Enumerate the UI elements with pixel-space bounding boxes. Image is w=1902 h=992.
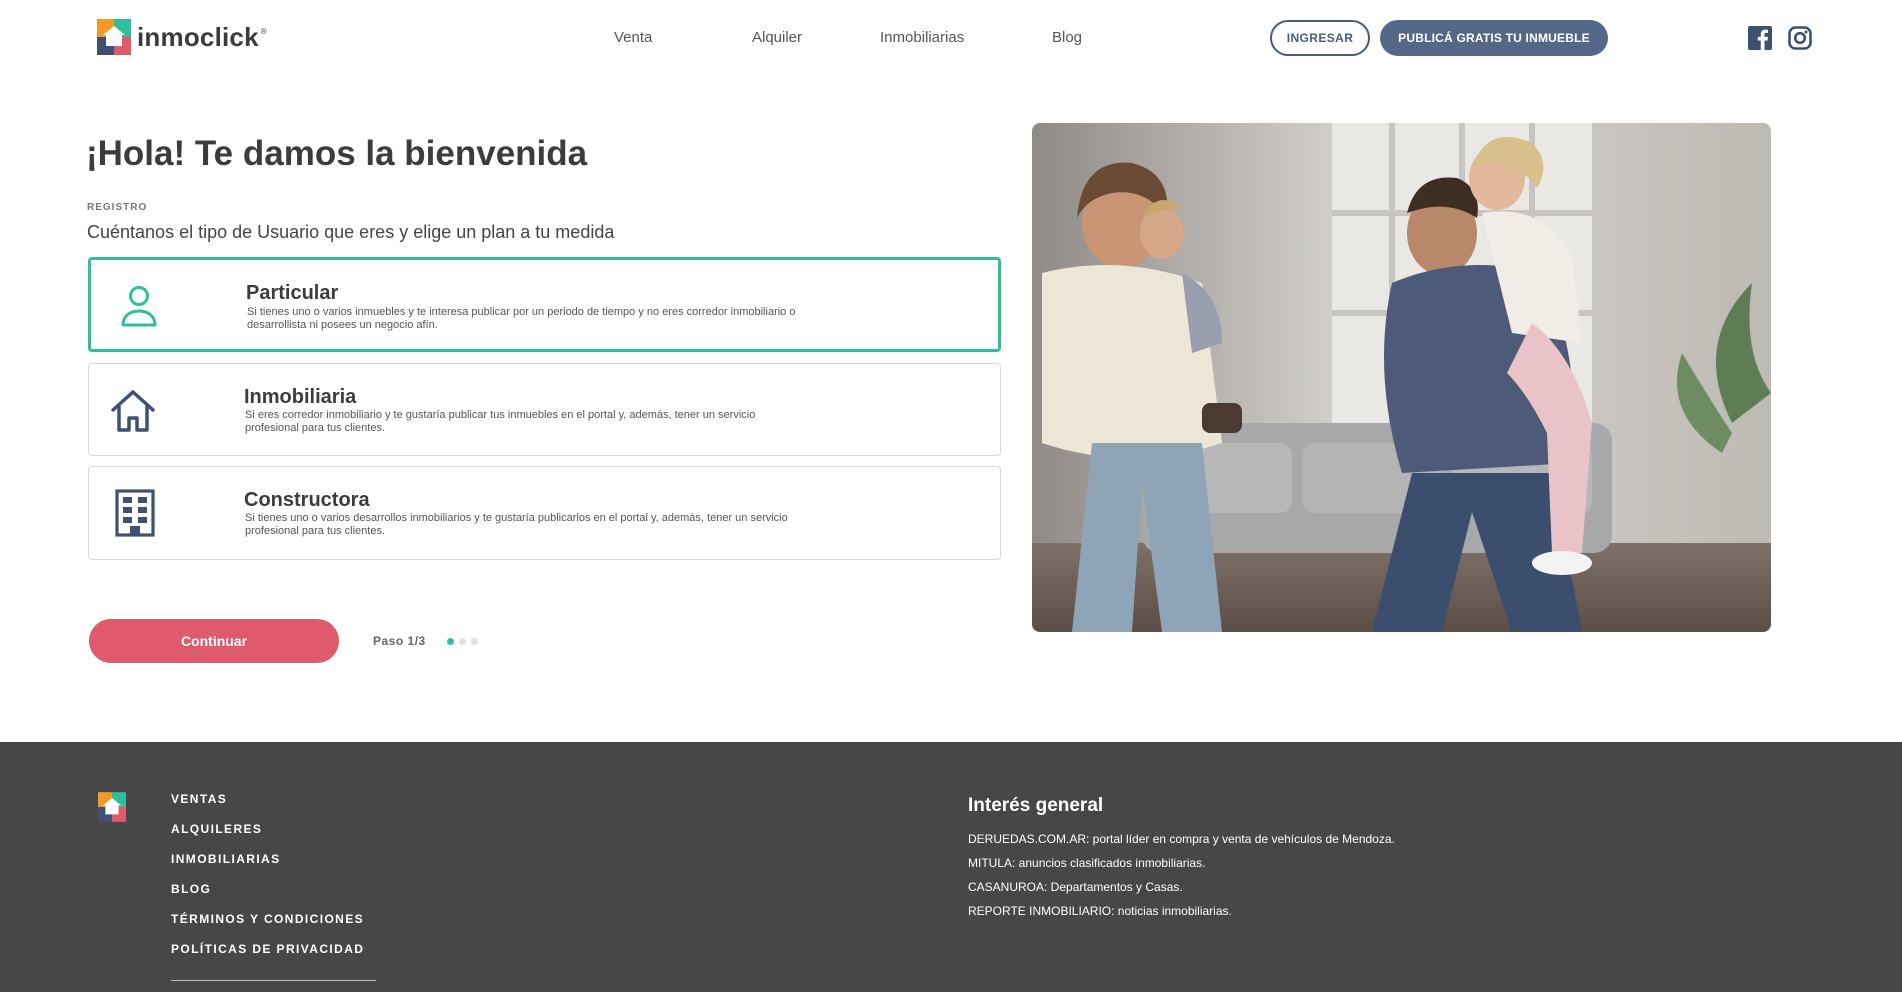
step-dot bbox=[459, 638, 466, 645]
option-description: Si tienes uno o varios inmuebles y te in… bbox=[247, 306, 947, 332]
family-photo-illustration bbox=[1032, 123, 1771, 632]
option-title: Inmobiliaria bbox=[244, 386, 357, 408]
brand-name: inmoclick bbox=[137, 21, 259, 52]
interest-title: Interés general bbox=[968, 795, 1104, 816]
login-button[interactable]: INGRESAR bbox=[1270, 20, 1370, 56]
footer-logo-icon[interactable] bbox=[98, 792, 126, 822]
person-icon bbox=[121, 285, 157, 326]
footer-link-blog[interactable]: BLOG bbox=[171, 882, 364, 912]
option-description-line: profesional para tus clientes. bbox=[245, 422, 386, 434]
interest-link-reporte[interactable]: REPORTE INMOBILIARIO: noticias inmobilia… bbox=[968, 904, 1395, 928]
option-title: Particular bbox=[246, 282, 339, 304]
footer-link-terminos[interactable]: TÉRMINOS Y CONDICIONES bbox=[171, 912, 364, 942]
publish-free-button[interactable]: PUBLICÁ GRATIS TU INMUEBLE bbox=[1380, 20, 1608, 56]
facebook-icon[interactable] bbox=[1748, 26, 1772, 50]
footer-links: VENTAS ALQUILERES INMOBILIARIAS BLOG TÉR… bbox=[171, 792, 364, 972]
hero-family-photo bbox=[1032, 123, 1771, 632]
footer-link-alquileres[interactable]: ALQUILERES bbox=[171, 822, 364, 852]
option-title: Constructora bbox=[244, 489, 370, 511]
step-indicator: Paso 1/3 bbox=[373, 634, 426, 648]
nav-alquiler[interactable]: Alquiler bbox=[752, 29, 802, 46]
footer-link-privacidad[interactable]: POLÍTICAS DE PRIVACIDAD bbox=[171, 942, 364, 972]
page-subtitle: Cuéntanos el tipo de Usuario que eres y … bbox=[87, 222, 615, 242]
interest-link-casanuroa[interactable]: CASANUROA: Departamentos y Casas. bbox=[968, 880, 1395, 904]
step-dot-active bbox=[447, 638, 454, 645]
page-title: ¡Hola! Te damos la bienvenida bbox=[86, 134, 588, 173]
step-label: REGISTRO bbox=[87, 202, 148, 213]
building-icon bbox=[115, 489, 155, 537]
option-description-line: Si tienes uno o varios inmuebles y te in… bbox=[247, 306, 796, 318]
user-type-option-constructora[interactable]: Constructora Si tienes uno o varios desa… bbox=[88, 466, 1001, 560]
user-type-option-inmobiliaria[interactable]: Inmobiliaria Si eres corredor inmobiliar… bbox=[88, 363, 1001, 456]
option-description-line: Si eres corredor inmobiliario y te gusta… bbox=[245, 409, 756, 421]
footer-link-ventas[interactable]: VENTAS bbox=[171, 792, 364, 822]
nav-venta[interactable]: Venta bbox=[614, 29, 652, 46]
option-description-line: profesional para tus clientes. bbox=[245, 525, 386, 537]
interest-link-mitula[interactable]: MITULA: anuncios clasificados inmobiliar… bbox=[968, 856, 1395, 880]
option-description: Si eres corredor inmobiliario y te gusta… bbox=[245, 409, 945, 435]
site-footer: VENTAS ALQUILERES INMOBILIARIAS BLOG TÉR… bbox=[0, 742, 1902, 992]
step-dot bbox=[471, 638, 478, 645]
interest-link-deruedas[interactable]: DERUEDAS.COM.AR: portal líder en compra … bbox=[968, 832, 1395, 856]
house-icon bbox=[111, 389, 155, 432]
option-description: Si tienes uno o varios desarrollos inmob… bbox=[245, 512, 945, 538]
interest-list: DERUEDAS.COM.AR: portal líder en compra … bbox=[968, 832, 1395, 928]
footer-link-inmobiliarias[interactable]: INMOBILIARIAS bbox=[171, 852, 364, 882]
continue-button[interactable]: Continuar bbox=[89, 619, 339, 663]
option-description-line: Si tienes uno o varios desarrollos inmob… bbox=[245, 512, 788, 524]
registered-mark: ® bbox=[260, 26, 267, 36]
brand-logo[interactable]: inmoclick ® bbox=[97, 19, 267, 55]
page: inmoclick ® Venta Alquiler Inmobiliarias … bbox=[0, 0, 1902, 992]
footer-divider bbox=[171, 980, 376, 981]
site-header: inmoclick ® Venta Alquiler Inmobiliarias … bbox=[0, 0, 1902, 80]
nav-inmobiliarias[interactable]: Inmobiliarias bbox=[880, 29, 964, 46]
option-description-line: desarrollista ni posees un negocio afín. bbox=[247, 319, 438, 331]
user-type-option-particular[interactable]: Particular Si tienes uno o varios inmueb… bbox=[88, 257, 1001, 352]
instagram-icon[interactable] bbox=[1788, 26, 1812, 50]
nav-blog[interactable]: Blog bbox=[1052, 29, 1082, 46]
logo-mark-icon bbox=[97, 19, 131, 55]
